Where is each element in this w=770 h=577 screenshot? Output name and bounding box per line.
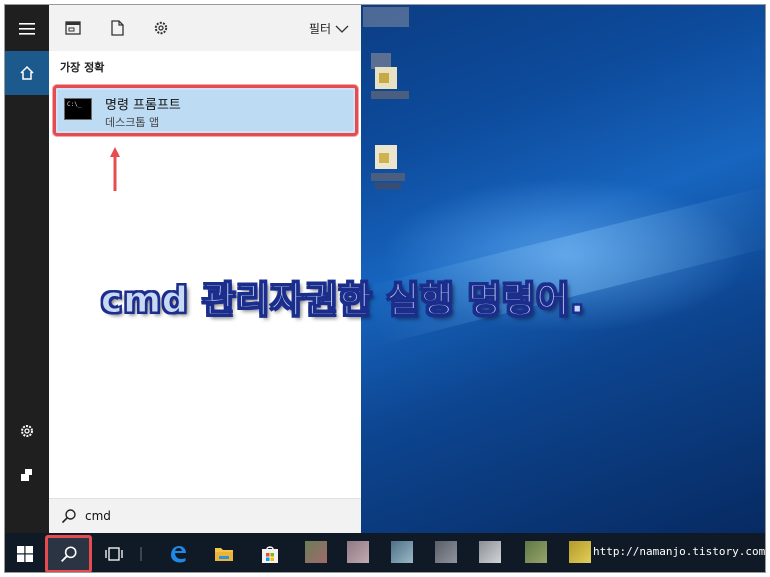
user-icon [21, 469, 32, 481]
start-left-rail [5, 5, 49, 533]
apps-icon [65, 21, 81, 35]
settings-icon [21, 425, 33, 437]
overlay-caption: cmd 관리자권한 실행 명령어. [100, 280, 586, 322]
document-icon [110, 20, 124, 36]
store-icon [262, 545, 278, 563]
command-prompt-icon-text: C:\_ [67, 101, 82, 108]
search-box[interactable]: cmd [49, 498, 361, 533]
result-title: 명령 프롬프트 [105, 98, 181, 113]
filter-dropdown[interactable]: 필터 [309, 20, 349, 37]
taskbar-separator [139, 533, 143, 572]
result-command-prompt[interactable]: C:\_ 명령 프롬프트 데스크톱 앱 [53, 85, 358, 136]
edge-button[interactable] [161, 533, 195, 572]
section-title-best-match: 가장 정확 [60, 61, 105, 74]
start-button[interactable] [5, 533, 45, 572]
documents-filter-button[interactable] [107, 18, 127, 38]
apps-filter-button[interactable] [63, 18, 83, 38]
filter-label: 필터 [308, 22, 331, 36]
edge-icon [171, 545, 186, 562]
settings-button[interactable] [5, 409, 49, 453]
desktop-icon-blurred[interactable] [371, 53, 411, 105]
start-search-panel: 필터 가장 정확 C:\_ 명령 프롬프트 데스크톱 앱 [49, 5, 361, 533]
desktop-blur-strip [363, 7, 409, 27]
chevron-down-icon [335, 25, 349, 33]
taskbar-app-blurred[interactable] [479, 541, 501, 563]
search-input[interactable]: cmd [85, 509, 111, 523]
search-icon [61, 509, 76, 524]
gear-icon [154, 21, 168, 35]
menu-button[interactable] [5, 7, 49, 51]
desktop-icon-blurred[interactable] [371, 145, 411, 197]
settings-filter-button[interactable] [151, 18, 171, 38]
task-view-icon [105, 546, 123, 561]
annotation-arrow-up-icon [110, 147, 120, 191]
task-view-button[interactable] [97, 533, 131, 572]
hamburger-icon [19, 23, 35, 35]
search-panel-toolbar: 필터 [49, 5, 361, 51]
windows-icon [17, 545, 33, 562]
file-explorer-icon [215, 547, 233, 561]
result-background [58, 90, 353, 131]
home-icon [20, 65, 34, 80]
store-button[interactable] [253, 533, 287, 572]
taskbar-app-blurred[interactable] [347, 541, 369, 563]
command-prompt-icon: C:\_ [64, 98, 92, 120]
taskbar-app-blurred[interactable] [391, 541, 413, 563]
taskbar-search-button[interactable] [45, 535, 92, 572]
result-subtitle: 데스크톱 앱 [105, 116, 160, 129]
taskbar-app-blurred[interactable] [525, 541, 547, 563]
taskbar-app-blurred[interactable] [435, 541, 457, 563]
account-button[interactable] [5, 453, 49, 497]
screenshot-frame: 필터 가장 정확 C:\_ 명령 프롬프트 데스크톱 앱 cmd cmd 관리자… [4, 4, 766, 573]
taskbar: http://namanjo.tistory.com [5, 533, 766, 572]
taskbar-app-blurred[interactable] [305, 541, 327, 563]
search-icon [60, 546, 77, 562]
taskbar-app-blurred[interactable] [569, 541, 591, 563]
watermark-url: http://namanjo.tistory.com [593, 545, 766, 558]
file-explorer-button[interactable] [207, 533, 241, 572]
home-button[interactable] [5, 51, 49, 95]
